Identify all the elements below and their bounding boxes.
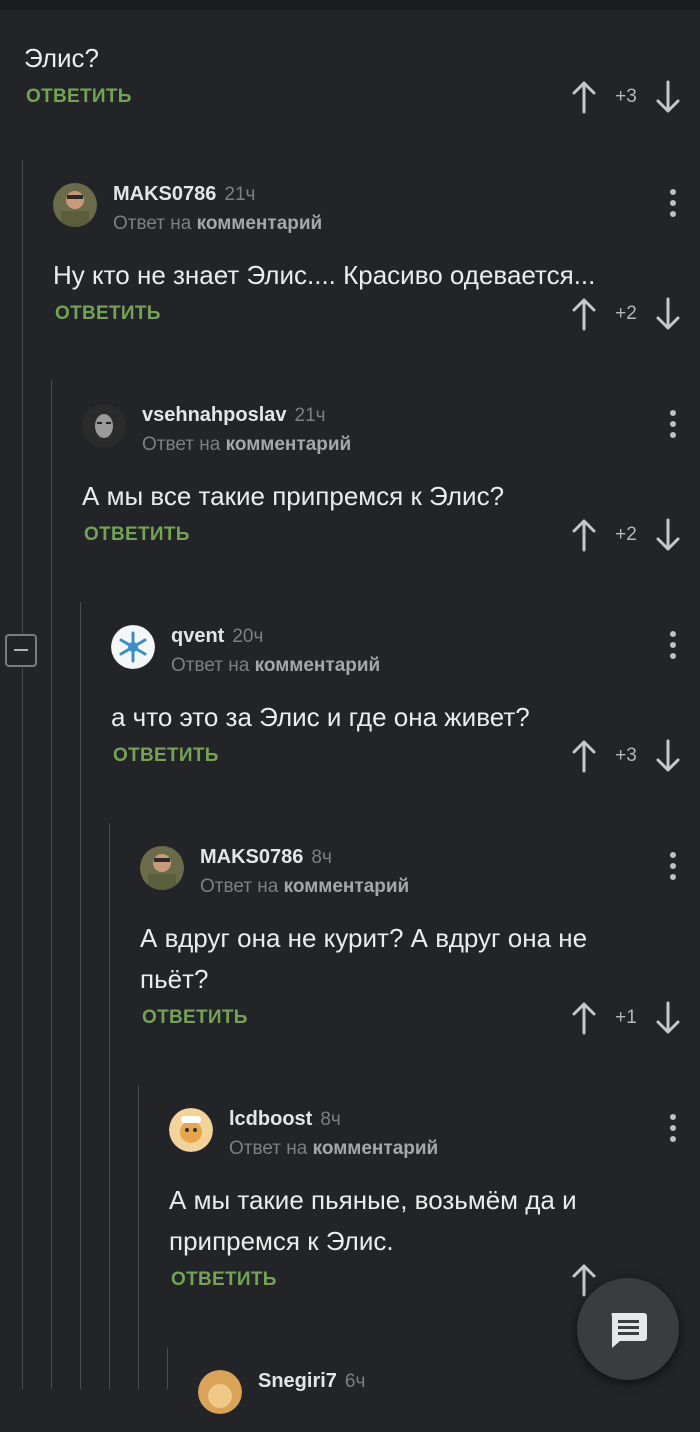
reply-button[interactable]: ОТВЕТИТЬ: [84, 524, 190, 546]
thread-line[interactable]: [51, 380, 52, 1389]
reply-to: Ответ на комментарий: [200, 876, 410, 897]
author-name[interactable]: MAKS0786 21ч: [113, 183, 255, 206]
reply-button[interactable]: ОТВЕТИТЬ: [55, 303, 161, 325]
minus-icon: [14, 649, 28, 651]
avatar[interactable]: [111, 625, 155, 669]
reply-button[interactable]: ОТВЕТИТЬ: [26, 86, 132, 108]
timestamp: 20ч: [232, 626, 264, 647]
timestamp: 8ч: [311, 847, 332, 868]
avatar[interactable]: [169, 1108, 213, 1152]
comment-header: qvent 20ч Ответ на комментарий: [111, 625, 700, 687]
author-name[interactable]: vsehnahposlav 21ч: [142, 404, 326, 427]
timestamp: 21ч: [224, 184, 256, 205]
thread-line[interactable]: [109, 823, 110, 1389]
thread-line[interactable]: [167, 1348, 168, 1389]
more-vertical-icon[interactable]: [670, 189, 676, 217]
arrow-down-icon[interactable]: [654, 739, 682, 773]
reply-to: Ответ на комментарий: [113, 213, 323, 234]
author-name[interactable]: lcdboost 8ч: [229, 1108, 341, 1131]
score: +2: [615, 524, 637, 545]
comment-actions: ОТВЕТИТЬ +2: [82, 514, 700, 574]
comment-actions: ОТВЕТИТЬ +2: [53, 293, 700, 353]
timestamp: 21ч: [294, 405, 326, 426]
avatar[interactable]: [53, 183, 97, 227]
avatar[interactable]: [140, 846, 184, 890]
vote-control: +2: [570, 293, 682, 339]
reply-button[interactable]: ОТВЕТИТЬ: [142, 1007, 248, 1029]
avatar[interactable]: [82, 404, 126, 448]
arrow-down-icon[interactable]: [654, 518, 682, 552]
arrow-down-icon[interactable]: [654, 80, 682, 114]
comment-header: lcdboost 8ч Ответ на комментарий: [169, 1108, 700, 1170]
comment: MAKS0786 21ч Ответ на комментарий Ну кто …: [53, 183, 700, 353]
comment-text: А вдруг она не курит? А вдруг она не пьёт…: [140, 923, 588, 994]
vote-control: +3: [570, 735, 682, 781]
arrow-up-icon[interactable]: [570, 739, 598, 773]
arrow-up-icon[interactable]: [570, 80, 598, 114]
comment-icon: [611, 1313, 647, 1348]
avatar[interactable]: [198, 1370, 242, 1414]
author-name[interactable]: qvent 20ч: [171, 625, 263, 648]
reply-to-link[interactable]: комментарий: [197, 213, 323, 234]
write-comment-button[interactable]: [577, 1278, 679, 1380]
reply-to-link[interactable]: комментарий: [284, 876, 410, 897]
reply-to: Ответ на комментарий: [142, 434, 352, 455]
thread-line[interactable]: [138, 1085, 139, 1389]
comment-text: А мы все такие припремся к Элис?: [82, 481, 505, 511]
reply-button[interactable]: ОТВЕТИТЬ: [171, 1269, 277, 1291]
more-vertical-icon[interactable]: [670, 1114, 676, 1142]
reply-to: Ответ на комментарий: [229, 1138, 439, 1159]
author-name[interactable]: MAKS0786 8ч: [200, 846, 332, 869]
arrow-down-icon[interactable]: [654, 297, 682, 331]
top-bar: [0, 0, 700, 10]
score: +3: [615, 86, 637, 107]
comment-header: MAKS0786 8ч Ответ на комментарий: [140, 846, 700, 908]
reply-to-link[interactable]: комментарий: [255, 655, 381, 676]
comment: MAKS0786 8ч Ответ на комментарий А вдруг …: [140, 846, 700, 1057]
arrow-up-icon[interactable]: [570, 1001, 598, 1035]
arrow-up-icon[interactable]: [570, 297, 598, 331]
score: +3: [615, 745, 637, 766]
comment-header: vsehnahposlav 21ч Ответ на комментарий: [82, 404, 700, 466]
more-vertical-icon[interactable]: [670, 631, 676, 659]
reply-button[interactable]: ОТВЕТИТЬ: [113, 745, 219, 767]
comment: qvent 20ч Ответ на комментарий а что это …: [111, 625, 700, 795]
comment-text: Ну кто не знает Элис.... Красиво одевает…: [53, 260, 596, 290]
comment: vsehnahposlav 21ч Ответ на комментарий А …: [82, 404, 700, 574]
vote-control: +3: [570, 76, 682, 122]
comment-actions: ОТВЕТИТЬ +3: [111, 735, 700, 795]
vote-control: +2: [570, 514, 682, 560]
comment-text: Элис?: [24, 43, 99, 73]
arrow-up-icon[interactable]: [570, 518, 598, 552]
comment-text: А мы такие пьяные, возьмём да и припремся…: [169, 1185, 577, 1256]
more-vertical-icon[interactable]: [670, 410, 676, 438]
timestamp: 8ч: [320, 1109, 341, 1130]
author-name[interactable]: Snegiri7 6ч: [258, 1370, 365, 1393]
reply-to-link[interactable]: комментарий: [313, 1138, 439, 1159]
collapse-thread-button[interactable]: [5, 634, 37, 667]
comment-actions: ОТВЕТИТЬ +3: [24, 76, 700, 136]
comment-actions: ОТВЕТИТЬ +1: [140, 997, 700, 1057]
comment-top: Элис? ОТВЕТИТЬ +3: [24, 38, 700, 136]
comment-text: а что это за Элис и где она живет?: [111, 702, 530, 732]
more-vertical-icon[interactable]: [670, 852, 676, 880]
thread-line[interactable]: [22, 668, 23, 1389]
arrow-down-icon[interactable]: [654, 1001, 682, 1035]
score: +1: [615, 1007, 637, 1028]
thread-line[interactable]: [22, 160, 23, 635]
reply-to-link[interactable]: комментарий: [226, 434, 352, 455]
comment-header: MAKS0786 21ч Ответ на комментарий: [53, 183, 700, 245]
score: +2: [615, 303, 637, 324]
thread-line[interactable]: [80, 602, 81, 1389]
reply-to: Ответ на комментарий: [171, 655, 381, 676]
vote-control: +1: [570, 997, 682, 1043]
